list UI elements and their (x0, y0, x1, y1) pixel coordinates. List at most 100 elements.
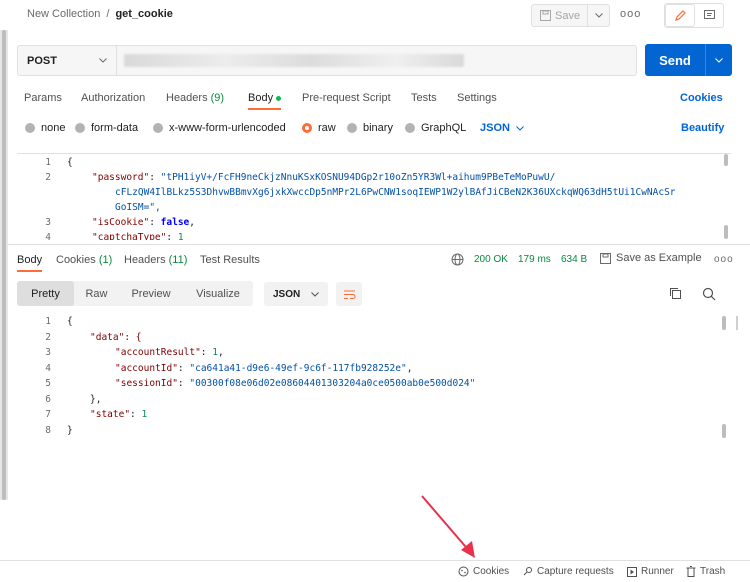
save-label: Save (555, 9, 581, 22)
body-indicator-dot (276, 95, 282, 101)
code-text: cFLzQW4IlBLkz5S3DhvwBBmvXg6jxkXwccDp5nMP… (115, 187, 676, 198)
edit-button[interactable] (665, 4, 695, 27)
viewer-scrollbar-thumb[interactable] (722, 316, 726, 330)
response-status[interactable]: 200 OK (474, 254, 508, 265)
radio-indicator-selected (302, 123, 312, 133)
radio-none[interactable]: none (25, 122, 65, 134)
statusbar-cookies-button[interactable]: Cookies (458, 566, 509, 577)
beautify-button[interactable]: Beautify (681, 122, 724, 134)
json-string: "00300f08e06d02e08604401303204a0ce0500ab… (189, 378, 476, 389)
response-tab-cookies-count: (1) (98, 254, 113, 266)
json-key: "state" (90, 409, 131, 420)
save-button[interactable]: Save (532, 10, 587, 22)
code-text: "isCookie": false, (92, 217, 195, 228)
radio-indicator (25, 123, 35, 133)
response-tab-body[interactable]: Body (17, 254, 43, 272)
wrap-lines-button[interactable] (336, 282, 362, 306)
radio-label: GraphQL (421, 122, 467, 134)
response-view-tabs: Pretty Raw Preview Visualize (17, 281, 253, 306)
line-number: 3 (45, 217, 51, 228)
line-number: 7 (45, 409, 51, 420)
tab-pre-request-script[interactable]: Pre-request Script (302, 92, 391, 104)
code-text: "accountId": "ca641a41-d9e6-49ef-9c6f-11… (115, 363, 413, 374)
json-key: "isCookie" (92, 217, 150, 228)
send-button[interactable]: Send (645, 44, 705, 76)
code-text: "accountResult": 1, (115, 347, 224, 358)
json-number: 1 (212, 347, 218, 358)
radio-form-data[interactable]: form-data (75, 122, 138, 134)
code-text: { (67, 157, 73, 168)
radio-indicator (153, 123, 163, 133)
response-body-viewer[interactable]: 1 { 2 "data": { 3 "accountResult": 1, 4 "acc… (17, 316, 731, 440)
radio-label: x-www-form-urlencoded (169, 122, 286, 134)
chevron-down-icon (516, 125, 524, 131)
line-number: 1 (45, 157, 51, 168)
request-body-editor[interactable]: 1 { 2 "password": "tPH1iyV+/FcFH9neCkjzNnu… (17, 153, 731, 240)
tab-headers[interactable]: Headers (9) (166, 92, 224, 104)
request-name[interactable]: get_cookie (115, 8, 172, 20)
radio-label: form-data (91, 122, 139, 134)
radio-raw[interactable]: raw (302, 122, 336, 134)
body-type-options: none form-data x-www-form-urlencoded raw… (0, 122, 750, 136)
runner-label: Runner (641, 566, 674, 577)
chevron-down-icon (311, 291, 319, 297)
response-tab-headers[interactable]: Headers (11) (124, 254, 187, 266)
tab-params[interactable]: Params (24, 92, 62, 104)
globe-icon[interactable] (451, 253, 464, 266)
line-number: 2 (45, 172, 51, 183)
method-select[interactable]: POST (18, 46, 117, 75)
tab-authorization[interactable]: Authorization (81, 92, 145, 104)
capture-requests-button[interactable]: Capture requests (522, 566, 614, 577)
json-key: "accountResult" (115, 347, 201, 358)
response-time[interactable]: 179 ms (518, 254, 551, 265)
code-text: }, (90, 394, 102, 405)
code-text: } (67, 425, 73, 436)
radio-label: binary (363, 122, 393, 134)
comments-button[interactable] (695, 4, 723, 27)
view-tab-preview[interactable]: Preview (119, 281, 183, 306)
pane-divider[interactable] (8, 244, 750, 245)
copy-icon[interactable] (669, 287, 682, 300)
view-tab-raw[interactable]: Raw (74, 281, 119, 306)
radio-graphql[interactable]: GraphQL (405, 122, 466, 134)
line-number: 4 (45, 363, 51, 374)
satellite-icon (523, 567, 532, 576)
postman-window: New Collection / get_cookie Save ooo POS… (0, 0, 750, 582)
save-dropdown[interactable] (587, 5, 609, 26)
response-tab-test-results[interactable]: Test Results (200, 254, 260, 266)
viewer-scrollbar-thumb-lower[interactable] (722, 424, 726, 438)
code-text: "password": "tPH1iyV+/FcFH9neCkjzNnuKSxK… (92, 172, 556, 183)
trash-button[interactable]: Trash (686, 566, 725, 577)
code-text: "data": { (90, 332, 142, 343)
more-actions-button[interactable]: ooo (620, 8, 641, 20)
cookies-link[interactable]: Cookies (680, 92, 723, 104)
response-tab-cookies[interactable]: Cookies (1) (56, 254, 112, 266)
tab-tests[interactable]: Tests (411, 92, 437, 104)
tab-body[interactable]: Body (248, 92, 282, 110)
line-number: 5 (45, 378, 51, 389)
breadcrumb: New Collection / get_cookie (27, 8, 173, 20)
json-key: "password" (92, 172, 150, 183)
search-icon[interactable] (702, 287, 716, 301)
tab-settings[interactable]: Settings (457, 92, 497, 104)
body-format-select[interactable]: JSON (480, 122, 524, 134)
json-number: 1 (141, 409, 148, 420)
send-dropdown[interactable] (705, 44, 732, 76)
annotation-arrow-icon (421, 495, 475, 558)
response-more-button[interactable]: ooo (714, 254, 734, 265)
view-tab-pretty[interactable]: Pretty (17, 281, 74, 306)
response-format-select[interactable]: JSON (264, 282, 328, 306)
url-bar: POST (17, 45, 637, 76)
editor-scrollbar-thumb[interactable] (724, 154, 728, 166)
save-as-example-button[interactable]: Save as Example (600, 252, 702, 264)
radio-x-www-form-urlencoded[interactable]: x-www-form-urlencoded (153, 122, 286, 134)
response-size[interactable]: 634 B (561, 254, 587, 265)
radio-binary[interactable]: binary (347, 122, 393, 134)
editor-scrollbar-thumb-lower[interactable] (724, 225, 728, 239)
breadcrumb-collection[interactable]: New Collection (27, 8, 100, 20)
runner-button[interactable]: Runner (627, 566, 674, 577)
view-tab-visualize[interactable]: Visualize (183, 281, 253, 306)
method-label: POST (27, 54, 57, 67)
body-format-label: JSON (480, 122, 510, 134)
url-input[interactable] (124, 54, 464, 67)
